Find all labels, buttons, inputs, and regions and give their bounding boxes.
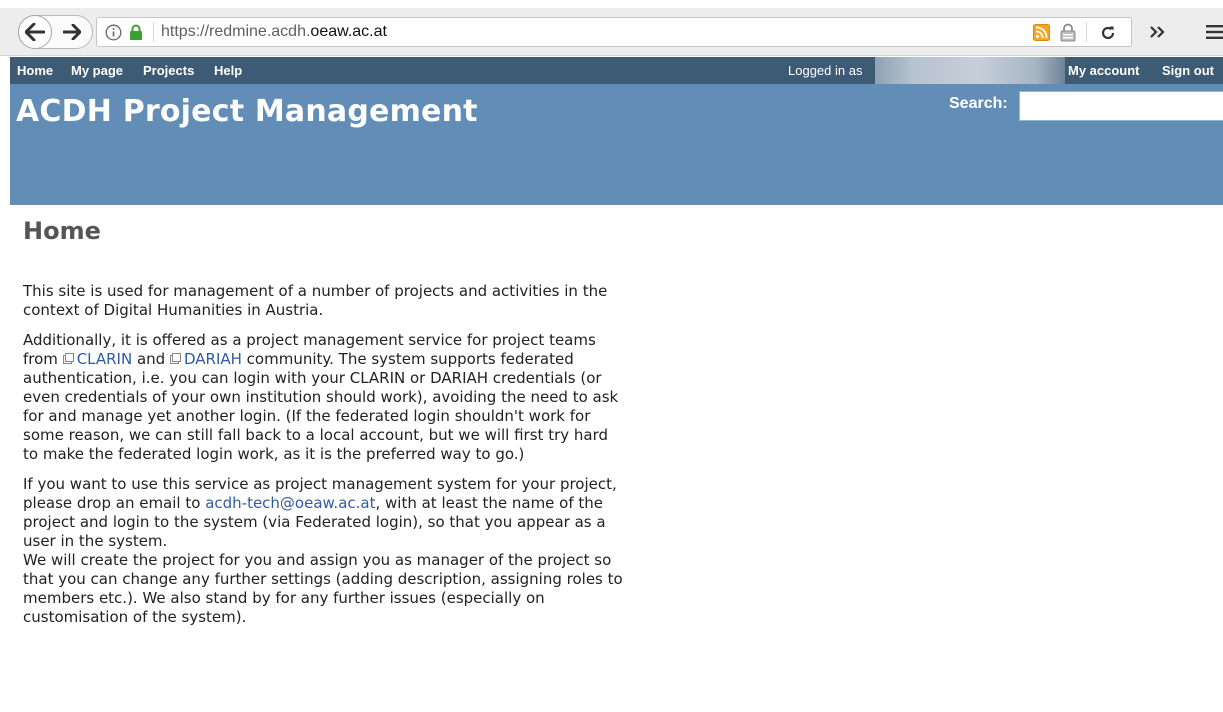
info-icon[interactable] bbox=[105, 24, 122, 41]
service-paragraph: Additionally, it is offered as a project… bbox=[23, 331, 623, 464]
arrow-right-icon bbox=[63, 24, 81, 40]
dariah-link[interactable]: DARIAH bbox=[169, 350, 242, 368]
logged-in-label: Logged in as bbox=[788, 63, 863, 78]
hamburger-menu-icon[interactable] bbox=[1206, 24, 1223, 40]
my-account-link[interactable]: My account bbox=[1068, 63, 1140, 78]
top-menu-help[interactable]: Help bbox=[214, 63, 242, 78]
browser-toolbar: https://redmine.acdh.oeaw.ac.at bbox=[0, 8, 1223, 56]
contact-paragraph: If you want to use this service as proje… bbox=[23, 475, 623, 627]
service-text-and: and bbox=[132, 350, 170, 368]
password-manager-icon[interactable] bbox=[1059, 23, 1077, 42]
site-title[interactable]: ACDH Project Management bbox=[16, 94, 478, 129]
clarin-link[interactable]: CLARIN bbox=[62, 350, 133, 368]
top-menu-home[interactable]: Home bbox=[17, 63, 53, 78]
url-host: oeaw.ac.at bbox=[310, 23, 387, 40]
search-input[interactable] bbox=[1019, 91, 1223, 121]
search-label: Search: bbox=[949, 95, 1008, 112]
url-text[interactable]: https://redmine.acdh.oeaw.ac.at bbox=[161, 23, 387, 41]
contact-text-c: We will create the project for you and a… bbox=[23, 551, 623, 626]
lock-icon[interactable] bbox=[128, 24, 143, 41]
email-link[interactable]: acdh-tech@oeaw.ac.at bbox=[205, 494, 375, 512]
external-link-icon bbox=[169, 352, 181, 364]
rss-icon[interactable] bbox=[1033, 24, 1050, 41]
intro-paragraph: This site is used for management of a nu… bbox=[23, 282, 608, 319]
url-scheme: https://redmine.acdh. bbox=[161, 23, 311, 40]
clarin-link-text: CLARIN bbox=[76, 350, 133, 368]
forward-button[interactable] bbox=[57, 16, 87, 48]
top-menu: Home My page Projects Help Logged in as … bbox=[10, 57, 1223, 84]
nav-buttons bbox=[18, 15, 93, 49]
url-separator bbox=[153, 22, 154, 42]
arrow-left-icon bbox=[25, 23, 45, 41]
main-content: Home This site is used for management of… bbox=[23, 216, 623, 638]
page-title: Home bbox=[23, 217, 101, 245]
dariah-link-text: DARIAH bbox=[183, 350, 242, 368]
back-button[interactable] bbox=[18, 15, 52, 49]
external-link-icon bbox=[62, 352, 74, 364]
sign-out-link[interactable]: Sign out bbox=[1162, 63, 1214, 78]
address-bar[interactable]: https://redmine.acdh.oeaw.ac.at bbox=[96, 17, 1132, 47]
site-header: ACDH Project Management Search: bbox=[10, 84, 1223, 205]
overflow-chevron-icon[interactable] bbox=[1148, 22, 1168, 42]
top-menu-my-page[interactable]: My page bbox=[71, 63, 123, 78]
url-separator-2 bbox=[1086, 22, 1087, 42]
top-menu-projects[interactable]: Projects bbox=[143, 63, 194, 78]
reload-icon[interactable] bbox=[1099, 23, 1117, 42]
username-blurred bbox=[875, 57, 1065, 84]
